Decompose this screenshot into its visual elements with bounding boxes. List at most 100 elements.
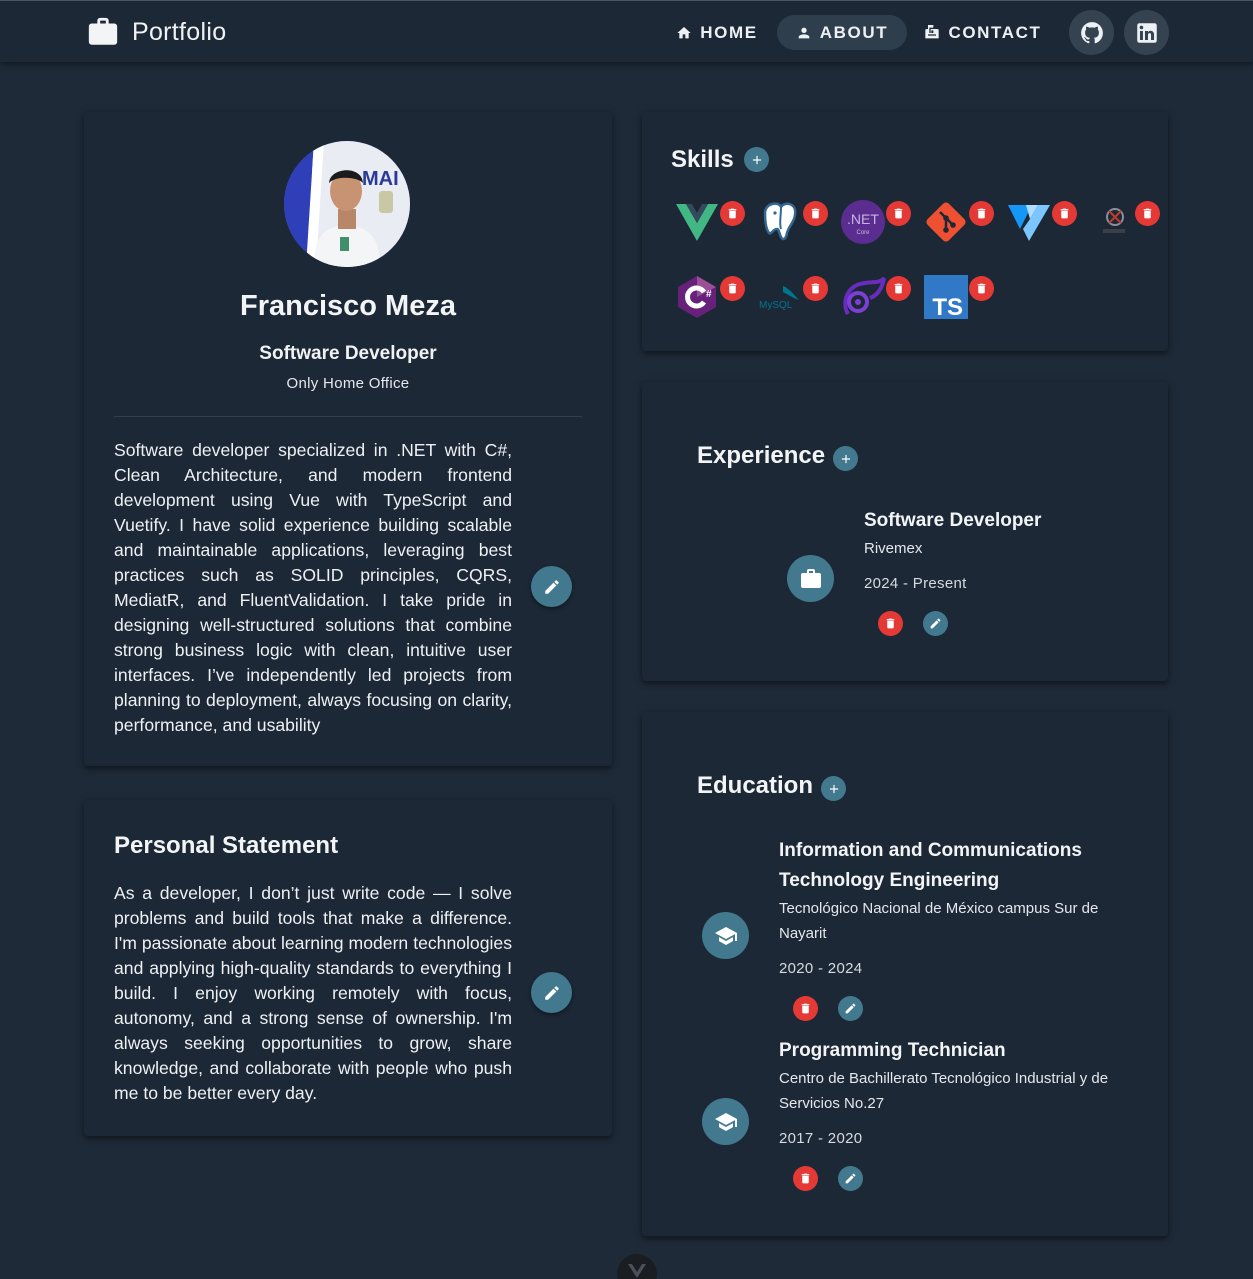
timeline-dot <box>702 912 749 959</box>
delete-skill-button[interactable] <box>969 201 994 226</box>
add-experience-button[interactable] <box>833 446 858 471</box>
delete-experience-button[interactable] <box>878 611 903 636</box>
delete-skill-button[interactable] <box>720 201 745 226</box>
account-icon <box>798 27 810 38</box>
education-degree-line2: Technology Engineering <box>779 870 1000 891</box>
experience-card: Experience Software Developer Rivemex 20… <box>642 382 1168 681</box>
statement-card: Personal Statement As a developer, I don… <box>84 800 612 1136</box>
work-mode: Only Home Office <box>286 375 410 392</box>
statement-text: As a developer, I don’t just write code … <box>114 883 512 1103</box>
pencil-icon <box>845 1173 856 1184</box>
add-education-button[interactable] <box>821 776 846 801</box>
github-button[interactable] <box>1069 10 1114 55</box>
education-school-line2: Nayarit <box>779 925 827 942</box>
delete-skill-button[interactable] <box>969 276 994 301</box>
education-school: Centro de Bachillerato Tecnológico Indus… <box>779 1070 1109 1087</box>
delete-skill-button[interactable] <box>886 276 911 301</box>
edit-education-button[interactable] <box>838 996 863 1021</box>
csharp-icon: # <box>678 276 716 318</box>
briefcase-icon <box>800 568 821 588</box>
delete-skill-button[interactable] <box>720 276 745 301</box>
delete-education-button[interactable] <box>793 996 818 1021</box>
nav-about-button[interactable]: ABOUT <box>777 15 907 50</box>
edit-profile-button[interactable] <box>531 566 572 607</box>
delete-skill-button[interactable] <box>1135 201 1160 226</box>
education-school: Tecnológico Nacional de México campus Su… <box>779 900 1099 917</box>
skill-unity <box>1089 199 1135 245</box>
delete-education-button[interactable] <box>793 1166 818 1191</box>
typescript-icon: TS <box>924 275 968 321</box>
mailbox-icon <box>925 24 940 38</box>
skill-blazor <box>840 274 886 320</box>
dotnet-core-icon: .NET Core <box>841 200 885 244</box>
mysql-icon: MySQL <box>759 286 799 311</box>
pencil-icon <box>845 1003 856 1014</box>
skill-typescript: TS <box>923 274 969 321</box>
nav-contact-button[interactable]: CONTACT <box>916 15 1050 50</box>
nav-contact-label: CONTACT <box>948 22 1042 42</box>
delete-skill-button[interactable] <box>886 201 911 226</box>
plus-icon <box>829 784 838 793</box>
delete-skill-button[interactable] <box>803 201 828 226</box>
trash-icon <box>728 208 737 219</box>
brand-title: Portfolio <box>132 17 227 46</box>
svg-text:MAI: MAI <box>362 168 399 190</box>
trash-icon <box>977 208 986 219</box>
linkedin-button[interactable] <box>1124 10 1169 55</box>
graduation-cap-icon <box>714 1112 737 1131</box>
skill-dotnet: .NET Core <box>840 199 886 245</box>
plus-icon <box>841 454 850 463</box>
education-period: 2020 - 2024 <box>779 960 863 977</box>
profile-bio: Software developer specialized in .NET w… <box>114 440 512 735</box>
trash-icon <box>1060 208 1069 219</box>
brand[interactable]: Portfolio <box>86 14 226 50</box>
profile-role: Software Developer <box>259 343 437 364</box>
education-school-line2: Servicios No.27 <box>779 1095 885 1112</box>
trash-icon <box>801 1003 810 1014</box>
git-icon <box>926 202 966 242</box>
experience-title: Experience <box>697 442 826 469</box>
trash-icon <box>728 283 737 294</box>
pencil-icon <box>544 985 559 1000</box>
delete-skill-button[interactable] <box>803 276 828 301</box>
trash-icon <box>811 208 820 219</box>
delete-skill-button[interactable] <box>1052 201 1077 226</box>
trash-icon <box>1143 208 1152 219</box>
education-title: Education <box>697 772 814 799</box>
add-skill-button[interactable] <box>744 147 769 172</box>
edit-statement-button[interactable] <box>531 972 572 1013</box>
profile-photo: MAI <box>284 141 410 267</box>
trash-icon <box>977 283 986 294</box>
timeline-dot <box>787 555 834 602</box>
vuetify-icon <box>1008 205 1050 241</box>
svg-text:TS: TS <box>932 294 963 320</box>
trash-icon <box>801 1173 810 1184</box>
vue-devtools-button[interactable] <box>617 1254 657 1279</box>
divider <box>114 416 582 417</box>
plus-icon <box>752 155 761 164</box>
svg-text:MySQL: MySQL <box>759 300 793 311</box>
skill-mysql: MySQL <box>757 274 803 320</box>
linkedin-icon <box>1136 22 1157 43</box>
skills-title: Skills <box>671 146 734 173</box>
skill-git <box>923 199 969 245</box>
vue-logo-icon <box>628 1264 646 1278</box>
trash-icon <box>894 283 903 294</box>
nav-home-button[interactable]: HOME <box>666 15 768 50</box>
edit-education-button[interactable] <box>838 1166 863 1191</box>
edit-experience-button[interactable] <box>923 611 948 636</box>
education-degree: Programming Technician <box>779 1040 1006 1061</box>
vue-icon <box>676 204 718 241</box>
statement-title: Personal Statement <box>114 832 339 859</box>
trash-icon <box>886 618 895 629</box>
skill-vue <box>674 199 720 245</box>
experience-company: Rivemex <box>864 540 923 557</box>
svg-text:#: # <box>706 289 712 300</box>
svg-text:Core: Core <box>856 230 870 236</box>
unity-icon <box>1103 208 1125 233</box>
education-degree: Information and Communications <box>779 840 1082 861</box>
graduation-cap-icon <box>714 926 737 945</box>
pencil-icon <box>930 618 941 629</box>
svg-text:.NET: .NET <box>847 211 879 227</box>
nav-about-label: ABOUT <box>819 22 889 42</box>
